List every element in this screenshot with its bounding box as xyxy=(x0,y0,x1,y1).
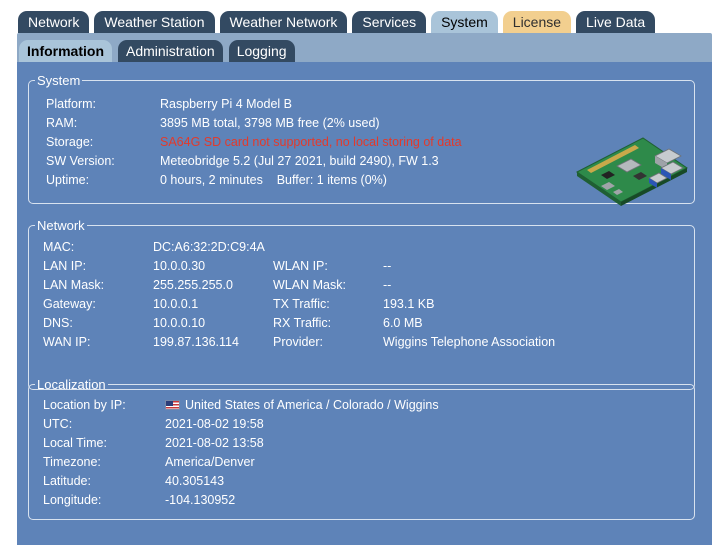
lan-mask-value: 255.255.255.0 xyxy=(153,278,233,292)
platform-value: Raspberry Pi 4 Model B xyxy=(160,97,293,111)
mac-value: DC:A6:32:2D:C9:4A xyxy=(153,240,265,254)
tab-live-data[interactable]: Live Data xyxy=(576,11,656,33)
uptime-label: Uptime: xyxy=(46,173,90,187)
main-tab-bar: Network Weather Station Weather Network … xyxy=(18,11,656,33)
tab-network[interactable]: Network xyxy=(18,11,90,33)
wlan-ip-label: WLAN IP: xyxy=(273,259,328,273)
gateway-label: Gateway: xyxy=(43,297,96,311)
tab-system[interactable]: System xyxy=(431,11,498,33)
uptime-value: 0 hours, 2 minutes Buffer: 1 items (0%) xyxy=(160,173,387,187)
subtab-logging[interactable]: Logging xyxy=(228,40,295,62)
subtab-administration[interactable]: Administration xyxy=(118,40,223,62)
storage-label: Storage: xyxy=(46,135,94,149)
ram-label: RAM: xyxy=(46,116,78,130)
provider-value: Wiggins Telephone Association xyxy=(383,335,556,349)
network-legend: Network xyxy=(37,218,85,233)
local-time-label: Local Time: xyxy=(43,436,107,450)
latitude-value: 40.305143 xyxy=(165,474,225,488)
mac-label: MAC: xyxy=(43,240,75,254)
network-section: Network xyxy=(28,218,695,390)
ram-value: 3895 MB total, 3798 MB free (2% used) xyxy=(160,116,380,130)
platform-label: Platform: xyxy=(46,97,97,111)
location-by-ip-label: Location by IP: xyxy=(43,398,126,412)
dns-value: 10.0.0.10 xyxy=(153,316,206,330)
wan-ip-label: WAN IP: xyxy=(43,335,91,349)
tx-traffic-label: TX Traffic: xyxy=(273,297,330,311)
rx-traffic-label: RX Traffic: xyxy=(273,316,332,330)
rx-traffic-value: 6.0 MB xyxy=(383,316,423,330)
tx-traffic-value: 193.1 KB xyxy=(383,297,435,311)
sw-version-label: SW Version: xyxy=(46,154,115,168)
dns-label: DNS: xyxy=(43,316,73,330)
utc-value: 2021-08-02 19:58 xyxy=(165,417,264,431)
storage-value: SA64G SD card not supported, no local st… xyxy=(160,135,462,149)
local-time-value: 2021-08-02 13:58 xyxy=(165,436,264,450)
provider-label: Provider: xyxy=(273,335,324,349)
lan-ip-label: LAN IP: xyxy=(43,259,87,273)
sw-version-value: Meteobridge 5.2 (Jul 27 2021, build 2490… xyxy=(160,154,439,168)
tab-license[interactable]: License xyxy=(502,11,572,33)
system-frame: Information Administration Logging Syste… xyxy=(17,33,712,545)
utc-label: UTC: xyxy=(43,417,73,431)
timezone-value: America/Denver xyxy=(165,455,255,469)
tab-weather-network[interactable]: Weather Network xyxy=(219,11,348,33)
lan-mask-label: LAN Mask: xyxy=(43,278,105,292)
timezone-label: Timezone: xyxy=(43,455,101,469)
gateway-value: 10.0.0.1 xyxy=(153,297,199,311)
system-legend: System xyxy=(37,73,81,88)
us-flag-icon xyxy=(165,400,180,410)
information-panel: System Platform: Raspberry Pi 4 Model B … xyxy=(17,62,712,545)
longitude-value: -104.130952 xyxy=(165,493,236,507)
wan-ip-value: 199.87.136.114 xyxy=(153,335,239,349)
raspberry-pi-board-image xyxy=(576,137,688,206)
longitude-label: Longitude: xyxy=(43,493,102,507)
wlan-ip-value: -- xyxy=(383,259,392,273)
tab-weather-station[interactable]: Weather Station xyxy=(94,11,215,33)
lan-ip-value: 10.0.0.30 xyxy=(153,259,206,273)
wlan-mask-label: WLAN Mask: xyxy=(273,278,346,292)
localization-legend: Localization xyxy=(37,377,106,392)
latitude-label: Latitude: xyxy=(43,474,91,488)
location-by-ip-value: United States of America / Colorado / Wi… xyxy=(185,398,439,412)
wlan-mask-value: -- xyxy=(383,278,392,292)
sub-tab-bar: Information Administration Logging xyxy=(17,40,295,62)
tab-services[interactable]: Services xyxy=(352,11,427,33)
subtab-information[interactable]: Information xyxy=(19,40,112,62)
